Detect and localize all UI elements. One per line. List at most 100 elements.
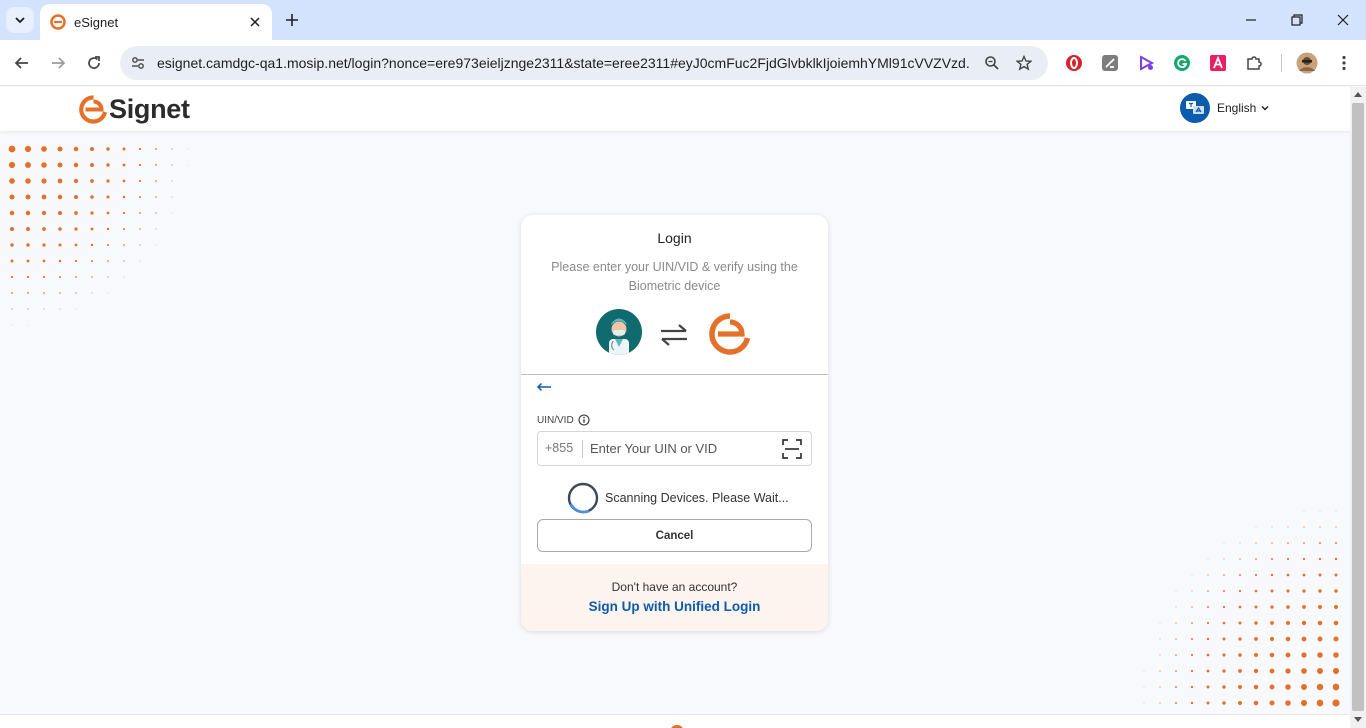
decorative-dot (41, 162, 47, 168)
close-tab-button[interactable] (244, 11, 266, 33)
site-info-button[interactable] (128, 53, 148, 73)
no-account-text: Don't have an account? (611, 580, 738, 594)
decorative-dot (1223, 558, 1225, 560)
decorative-dot (1334, 573, 1338, 577)
decorative-dot (106, 163, 110, 167)
decorative-dot (1317, 652, 1323, 658)
reload-button[interactable] (80, 49, 108, 77)
decorative-dot (1191, 638, 1193, 640)
back-button[interactable] (8, 49, 36, 77)
zoom-button[interactable] (982, 53, 1002, 73)
decorative-dot (1206, 701, 1210, 705)
decorative-dot (1159, 686, 1161, 688)
decorative-dot (75, 276, 77, 278)
star-icon (1016, 55, 1032, 71)
decorative-dot (1206, 653, 1210, 657)
tab-search-button[interactable] (6, 7, 34, 33)
scan-frame-icon (782, 439, 802, 459)
signup-unified-login-link[interactable]: Sign Up with Unified Login (521, 599, 828, 614)
decorative-dot (1190, 653, 1194, 657)
decorative-dot (122, 211, 126, 215)
decorative-dot (138, 147, 142, 151)
decorative-dot (171, 180, 173, 182)
decorative-dot (1319, 510, 1321, 512)
info-icon[interactable] (578, 414, 590, 426)
decorative-dot (1285, 700, 1291, 706)
minimize-icon (1246, 19, 1256, 21)
acrobat-extension[interactable] (1208, 53, 1228, 73)
decorative-dot (1332, 667, 1340, 675)
tune-icon (132, 57, 144, 69)
address-bar[interactable]: esignet.camdgc-qa1.mosip.net/login?nonce… (120, 46, 1048, 80)
decorative-dot (57, 162, 63, 168)
decorative-dot (91, 276, 93, 278)
uin-field-label: UIN/VID (537, 414, 590, 426)
close-window-button[interactable] (1321, 6, 1365, 34)
decorative-dot (1317, 636, 1323, 642)
bookmark-button[interactable] (1014, 53, 1034, 73)
decorative-dot (1207, 606, 1209, 608)
loading-spinner-icon (567, 482, 599, 514)
decorative-dot (107, 292, 109, 294)
decorative-dot (1301, 620, 1307, 626)
extensions-button[interactable] (1244, 53, 1264, 73)
profile-button[interactable] (1296, 52, 1318, 74)
decorative-dot (1319, 526, 1321, 528)
decorative-dot (91, 260, 93, 262)
scroll-down-icon[interactable] (1354, 717, 1362, 723)
decorative-dot (155, 228, 157, 230)
tab-title: eSignet (74, 14, 119, 30)
decorative-dot (1222, 701, 1226, 705)
decorative-dot (138, 163, 142, 167)
back-button[interactable] (536, 379, 554, 395)
opera-ad-blocker-extension[interactable] (1064, 53, 1084, 73)
decorative-dot (1285, 668, 1291, 674)
forward-button[interactable] (44, 49, 72, 77)
uin-input[interactable] (590, 434, 775, 463)
decorative-dot (90, 195, 94, 199)
decorative-dot (42, 275, 46, 279)
cancel-button[interactable]: Cancel (537, 519, 812, 552)
notes-extension[interactable] (1100, 53, 1120, 73)
scroll-up-icon[interactable] (1354, 91, 1362, 97)
decorative-dot (1302, 589, 1306, 593)
grammarly-extension[interactable] (1172, 53, 1192, 73)
decorative-dot (1239, 542, 1241, 544)
decorative-dot (171, 212, 173, 214)
chrome-menu-button[interactable] (1334, 53, 1354, 73)
esignet-logo[interactable]: Signet (79, 94, 190, 125)
decorative-dot (10, 227, 14, 231)
decorative-dot (171, 164, 173, 166)
decorative-dot (73, 178, 79, 184)
browser-tab[interactable]: eSignet (40, 4, 272, 40)
esignet-brand-icon (709, 313, 751, 355)
page-scrollbar[interactable] (1350, 87, 1366, 728)
decorative-dot (1302, 605, 1306, 609)
decorative-dot (155, 244, 157, 246)
decorative-dot (1316, 667, 1324, 675)
decorative-dot (73, 146, 79, 152)
decorative-dot (1238, 669, 1242, 673)
language-selector[interactable]: English (1180, 93, 1270, 123)
scrollbar-thumb[interactable] (1352, 103, 1364, 711)
decorative-dot (122, 179, 126, 183)
decorative-dot (1269, 668, 1275, 674)
decorative-dot (10, 259, 14, 263)
country-code-prefix: +855 (545, 441, 574, 455)
scan-qr-button[interactable] (781, 438, 803, 460)
decorative-dot (25, 194, 31, 200)
restore-button[interactable] (1275, 6, 1319, 34)
decorative-dot (106, 211, 110, 215)
prefix-separator (582, 440, 583, 458)
url-text[interactable]: esignet.camdgc-qa1.mosip.net/login?nonce… (157, 55, 969, 71)
browser-toolbar: esignet.camdgc-qa1.mosip.net/login?nonce… (0, 40, 1366, 86)
decorative-dot (1333, 620, 1339, 626)
decorative-dot (1287, 526, 1289, 528)
new-tab-button[interactable] (280, 8, 304, 32)
video-extension[interactable] (1136, 53, 1156, 73)
decorative-dot (139, 212, 141, 214)
decorative-dot (171, 148, 173, 150)
decorative-dot (1238, 701, 1242, 705)
decorative-dot (27, 324, 29, 326)
minimize-button[interactable] (1229, 6, 1273, 34)
